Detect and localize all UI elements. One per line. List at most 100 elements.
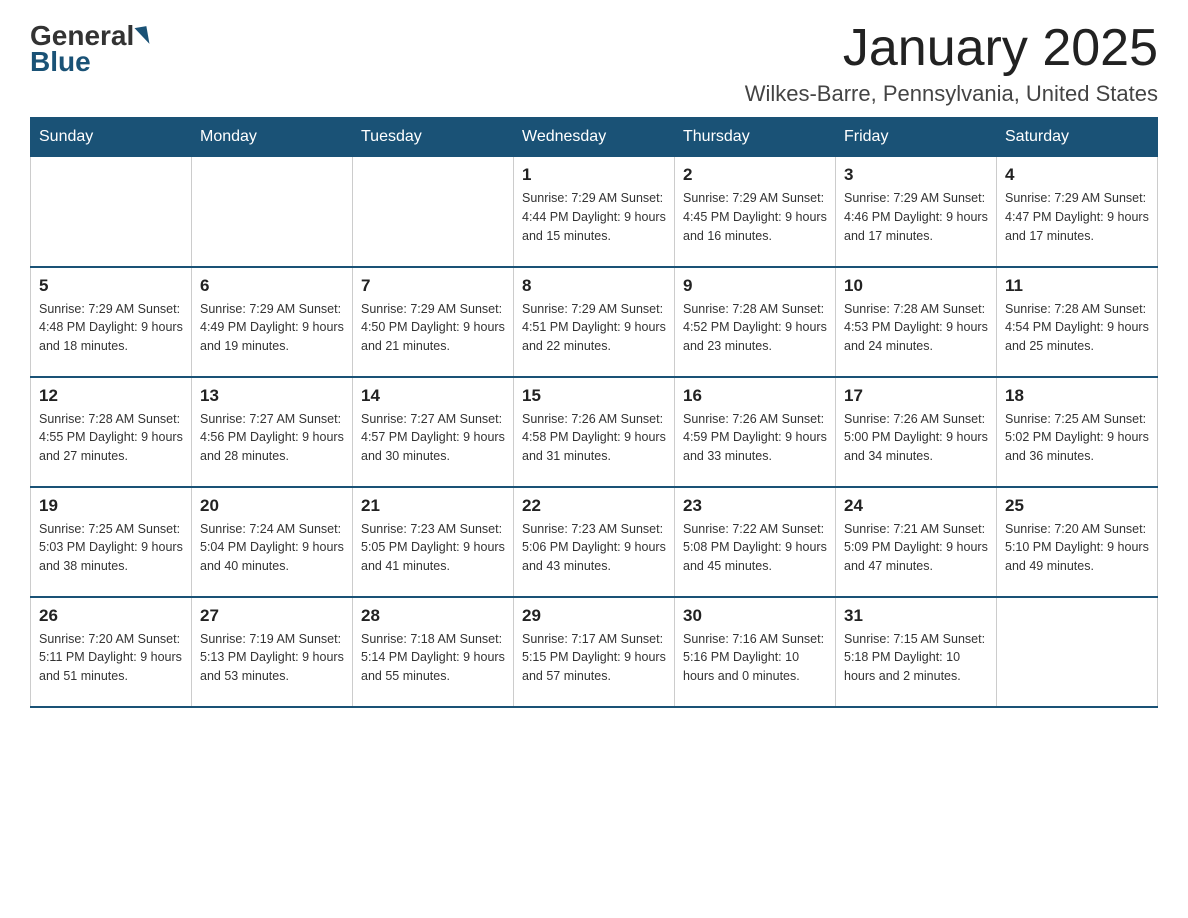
day-number: 20: [200, 496, 344, 516]
day-info: Sunrise: 7:29 AM Sunset: 4:50 PM Dayligh…: [361, 300, 505, 356]
calendar-day-cell: 30Sunrise: 7:16 AM Sunset: 5:16 PM Dayli…: [675, 597, 836, 707]
day-of-week-header: Tuesday: [353, 118, 514, 157]
calendar-day-cell: 26Sunrise: 7:20 AM Sunset: 5:11 PM Dayli…: [31, 597, 192, 707]
calendar-day-cell: 10 Sunrise: 7:28 AM Sunset: 4:53 PM Dayli…: [836, 267, 997, 377]
day-number: 9: [683, 276, 827, 296]
calendar-day-cell: 7 Sunrise: 7:29 AM Sunset: 4:50 PM Daylig…: [353, 267, 514, 377]
calendar-day-cell: 5 Sunrise: 7:29 AM Sunset: 4:48 PM Daylig…: [31, 267, 192, 377]
day-number: 28: [361, 606, 505, 626]
day-number: 6: [200, 276, 344, 296]
calendar-table: SundayMondayTuesdayWednesdayThursdayFrid…: [30, 117, 1158, 708]
calendar-day-cell: [353, 157, 514, 267]
day-info: Sunrise: 7:29 AM Sunset: 4:44 PM Dayligh…: [522, 189, 666, 245]
location-title: Wilkes-Barre, Pennsylvania, United State…: [745, 81, 1158, 107]
day-info: Sunrise: 7:28 AM Sunset: 4:54 PM Dayligh…: [1005, 300, 1149, 356]
day-number: 3: [844, 165, 988, 185]
day-number: 1: [522, 165, 666, 185]
day-number: 4: [1005, 165, 1149, 185]
day-number: 8: [522, 276, 666, 296]
day-number: 16: [683, 386, 827, 406]
calendar-day-cell: 22 Sunrise: 7:23 AM Sunset: 5:06 PM Dayli…: [514, 487, 675, 597]
day-of-week-header: Saturday: [997, 118, 1158, 157]
calendar-week-row: 5 Sunrise: 7:29 AM Sunset: 4:48 PM Daylig…: [31, 267, 1158, 377]
calendar-day-cell: [31, 157, 192, 267]
calendar-day-cell: [997, 597, 1158, 707]
day-info: Sunrise: 7:29 AM Sunset: 4:51 PM Dayligh…: [522, 300, 666, 356]
day-info: Sunrise: 7:27 AM Sunset: 4:56 PM Dayligh…: [200, 410, 344, 466]
day-number: 31: [844, 606, 988, 626]
page-header: General Blue January 2025 Wilkes-Barre, …: [30, 20, 1158, 107]
day-info: Sunrise: 7:19 AM Sunset: 5:13 PM Dayligh…: [200, 630, 344, 686]
day-of-week-header: Friday: [836, 118, 997, 157]
calendar-day-cell: 4 Sunrise: 7:29 AM Sunset: 4:47 PM Daylig…: [997, 157, 1158, 267]
day-info: Sunrise: 7:18 AM Sunset: 5:14 PM Dayligh…: [361, 630, 505, 686]
calendar-day-cell: 24Sunrise: 7:21 AM Sunset: 5:09 PM Dayli…: [836, 487, 997, 597]
day-info: Sunrise: 7:23 AM Sunset: 5:06 PM Dayligh…: [522, 520, 666, 576]
day-info: Sunrise: 7:28 AM Sunset: 4:53 PM Dayligh…: [844, 300, 988, 356]
day-info: Sunrise: 7:15 AM Sunset: 5:18 PM Dayligh…: [844, 630, 988, 686]
day-number: 18: [1005, 386, 1149, 406]
calendar-day-cell: 28 Sunrise: 7:18 AM Sunset: 5:14 PM Dayli…: [353, 597, 514, 707]
day-of-week-header: Sunday: [31, 118, 192, 157]
calendar-day-cell: 11 Sunrise: 7:28 AM Sunset: 4:54 PM Dayli…: [997, 267, 1158, 377]
calendar-day-cell: 13Sunrise: 7:27 AM Sunset: 4:56 PM Dayli…: [192, 377, 353, 487]
calendar-header-row: SundayMondayTuesdayWednesdayThursdayFrid…: [31, 118, 1158, 157]
calendar-day-cell: 3 Sunrise: 7:29 AM Sunset: 4:46 PM Daylig…: [836, 157, 997, 267]
calendar-day-cell: 9 Sunrise: 7:28 AM Sunset: 4:52 PM Daylig…: [675, 267, 836, 377]
calendar-day-cell: 25Sunrise: 7:20 AM Sunset: 5:10 PM Dayli…: [997, 487, 1158, 597]
day-info: Sunrise: 7:26 AM Sunset: 4:58 PM Dayligh…: [522, 410, 666, 466]
day-info: Sunrise: 7:26 AM Sunset: 4:59 PM Dayligh…: [683, 410, 827, 466]
day-info: Sunrise: 7:29 AM Sunset: 4:49 PM Dayligh…: [200, 300, 344, 356]
calendar-week-row: 19 Sunrise: 7:25 AM Sunset: 5:03 PM Dayli…: [31, 487, 1158, 597]
calendar-day-cell: 20Sunrise: 7:24 AM Sunset: 5:04 PM Dayli…: [192, 487, 353, 597]
day-number: 23: [683, 496, 827, 516]
day-info: Sunrise: 7:20 AM Sunset: 5:11 PM Dayligh…: [39, 630, 183, 686]
day-number: 14: [361, 386, 505, 406]
day-number: 27: [200, 606, 344, 626]
calendar-day-cell: 23 Sunrise: 7:22 AM Sunset: 5:08 PM Dayli…: [675, 487, 836, 597]
calendar-day-cell: 8 Sunrise: 7:29 AM Sunset: 4:51 PM Daylig…: [514, 267, 675, 377]
day-info: Sunrise: 7:25 AM Sunset: 5:03 PM Dayligh…: [39, 520, 183, 576]
day-info: Sunrise: 7:20 AM Sunset: 5:10 PM Dayligh…: [1005, 520, 1149, 576]
day-info: Sunrise: 7:23 AM Sunset: 5:05 PM Dayligh…: [361, 520, 505, 576]
day-info: Sunrise: 7:22 AM Sunset: 5:08 PM Dayligh…: [683, 520, 827, 576]
calendar-day-cell: 27 Sunrise: 7:19 AM Sunset: 5:13 PM Dayli…: [192, 597, 353, 707]
day-number: 12: [39, 386, 183, 406]
day-info: Sunrise: 7:29 AM Sunset: 4:46 PM Dayligh…: [844, 189, 988, 245]
day-of-week-header: Wednesday: [514, 118, 675, 157]
calendar-day-cell: 29Sunrise: 7:17 AM Sunset: 5:15 PM Dayli…: [514, 597, 675, 707]
day-number: 7: [361, 276, 505, 296]
day-number: 11: [1005, 276, 1149, 296]
day-number: 24: [844, 496, 988, 516]
day-info: Sunrise: 7:29 AM Sunset: 4:47 PM Dayligh…: [1005, 189, 1149, 245]
day-info: Sunrise: 7:29 AM Sunset: 4:48 PM Dayligh…: [39, 300, 183, 356]
day-number: 5: [39, 276, 183, 296]
title-block: January 2025 Wilkes-Barre, Pennsylvania,…: [745, 20, 1158, 107]
day-number: 15: [522, 386, 666, 406]
day-info: Sunrise: 7:29 AM Sunset: 4:45 PM Dayligh…: [683, 189, 827, 245]
calendar-day-cell: [192, 157, 353, 267]
calendar-week-row: 1 Sunrise: 7:29 AM Sunset: 4:44 PM Daylig…: [31, 157, 1158, 267]
calendar-week-row: 26Sunrise: 7:20 AM Sunset: 5:11 PM Dayli…: [31, 597, 1158, 707]
calendar-day-cell: 19 Sunrise: 7:25 AM Sunset: 5:03 PM Dayli…: [31, 487, 192, 597]
day-number: 19: [39, 496, 183, 516]
calendar-week-row: 12 Sunrise: 7:28 AM Sunset: 4:55 PM Dayli…: [31, 377, 1158, 487]
day-of-week-header: Monday: [192, 118, 353, 157]
day-number: 29: [522, 606, 666, 626]
calendar-day-cell: 14 Sunrise: 7:27 AM Sunset: 4:57 PM Dayli…: [353, 377, 514, 487]
day-number: 30: [683, 606, 827, 626]
logo-arrow-icon: [135, 26, 150, 46]
calendar-day-cell: 18 Sunrise: 7:25 AM Sunset: 5:02 PM Dayli…: [997, 377, 1158, 487]
month-title: January 2025: [745, 20, 1158, 77]
day-number: 22: [522, 496, 666, 516]
calendar-day-cell: 15 Sunrise: 7:26 AM Sunset: 4:58 PM Dayli…: [514, 377, 675, 487]
calendar-day-cell: 16 Sunrise: 7:26 AM Sunset: 4:59 PM Dayli…: [675, 377, 836, 487]
logo: General Blue: [30, 20, 148, 78]
day-info: Sunrise: 7:27 AM Sunset: 4:57 PM Dayligh…: [361, 410, 505, 466]
day-info: Sunrise: 7:26 AM Sunset: 5:00 PM Dayligh…: [844, 410, 988, 466]
day-info: Sunrise: 7:25 AM Sunset: 5:02 PM Dayligh…: [1005, 410, 1149, 466]
day-info: Sunrise: 7:28 AM Sunset: 4:52 PM Dayligh…: [683, 300, 827, 356]
day-info: Sunrise: 7:28 AM Sunset: 4:55 PM Dayligh…: [39, 410, 183, 466]
calendar-day-cell: 6 Sunrise: 7:29 AM Sunset: 4:49 PM Daylig…: [192, 267, 353, 377]
day-number: 10: [844, 276, 988, 296]
